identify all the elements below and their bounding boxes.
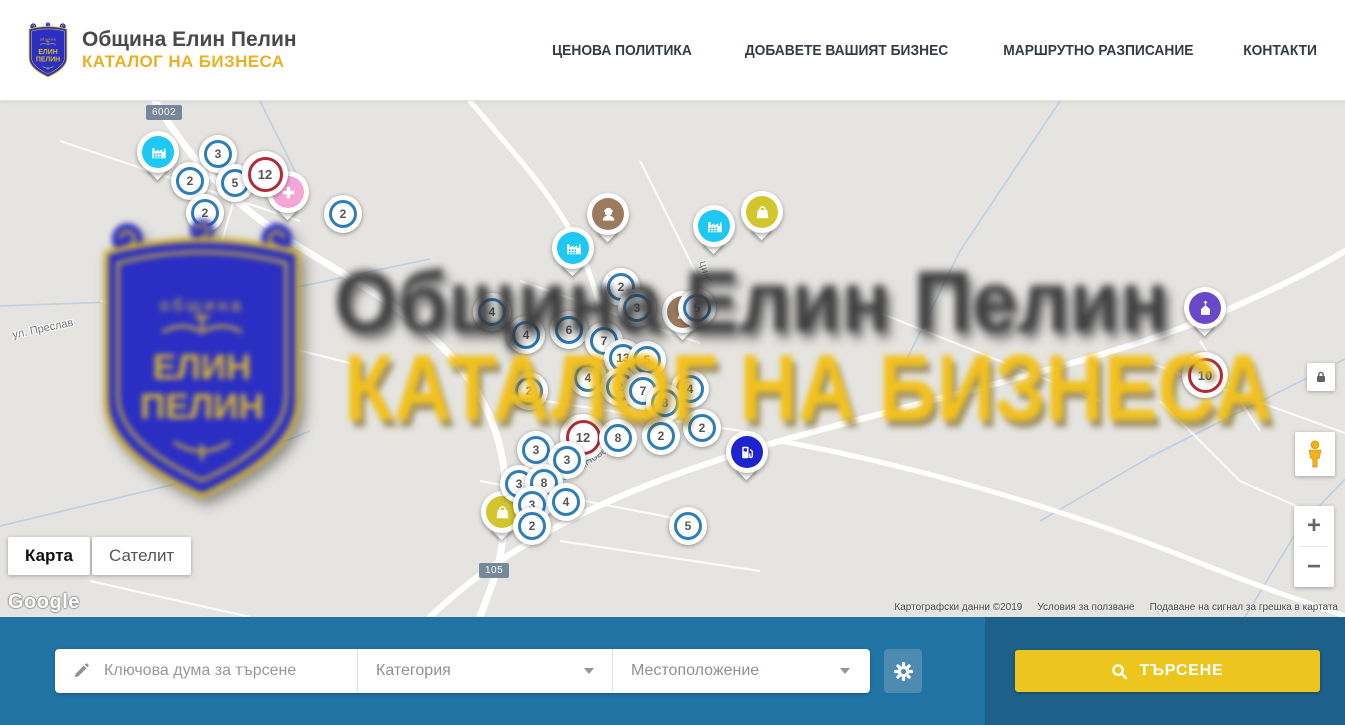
lock-icon	[1314, 370, 1328, 384]
nav-item-contacts[interactable]: КОНТАКТИ	[1243, 42, 1317, 59]
svg-text:ЕЛИН: ЕЛИН	[38, 49, 57, 56]
main-nav: ЦЕНОВА ПОЛИТИКА ДОБАВЕТЕ ВАШИЯТ БИЗНЕС М…	[546, 42, 1320, 59]
map-pin-factory[interactable]	[552, 227, 594, 279]
brand[interactable]: община ЕЛИН ПЕЛИН Община Елин Пелин КАТА…	[25, 21, 297, 79]
map-cluster-marker[interactable]: 2	[683, 409, 721, 447]
gear-icon	[893, 661, 914, 682]
map-cluster-marker[interactable]: 8	[646, 384, 684, 422]
pencil-icon	[73, 662, 89, 680]
attribution-copyright: Картографски данни ©2019	[894, 602, 1022, 613]
zoom-out-button[interactable]: −	[1294, 547, 1334, 587]
map-type-satellite-button[interactable]: Сателит	[92, 537, 191, 575]
map-cluster-marker[interactable]: 12	[242, 151, 288, 197]
nav-item-schedule[interactable]: МАРШРУТНО РАЗПИСАНИЕ	[1003, 42, 1193, 59]
pegman-icon	[1304, 440, 1326, 468]
map-pin-bag[interactable]	[741, 191, 783, 243]
map-cluster-marker[interactable]: 4	[473, 293, 511, 331]
search-icon	[1111, 663, 1128, 680]
map-pin-gas[interactable]	[726, 431, 768, 483]
map-cluster-marker[interactable]: 2	[186, 194, 224, 232]
advanced-search-button[interactable]	[884, 649, 922, 693]
chevron-down-icon	[840, 668, 850, 674]
map-cluster-marker[interactable]: 2	[510, 372, 548, 410]
map-cluster-marker[interactable]: 6	[550, 311, 588, 349]
site-title: Община Елин Пелин	[82, 28, 297, 52]
location-select[interactable]: Местоположение	[613, 649, 868, 693]
map-cluster-marker[interactable]: 4	[547, 483, 585, 521]
map-pin-factory[interactable]	[693, 205, 735, 257]
map-markers-layer: 32512224235467135242748221283338342510	[0, 101, 1345, 617]
map-pin-church[interactable]	[1184, 287, 1226, 339]
map-lock-button[interactable]	[1307, 363, 1335, 391]
map-type-map-button[interactable]: Карта	[8, 537, 90, 575]
map-cluster-marker[interactable]: 2	[324, 195, 362, 233]
nav-item-add-business[interactable]: ДОБАВЕТЕ ВАШИЯТ БИЗНЕС	[745, 42, 948, 59]
chevron-down-icon	[584, 668, 594, 674]
map-cluster-marker[interactable]: 5	[678, 289, 716, 327]
search-bar: Категория Местоположение ТЪРСЕНЕ	[0, 617, 1345, 725]
attribution-terms-link[interactable]: Условия за ползване	[1037, 602, 1134, 613]
category-select-value: Категория	[376, 662, 451, 680]
header: община ЕЛИН ПЕЛИН Община Елин Пелин КАТА…	[0, 0, 1345, 101]
svg-text:ПЕЛИН: ПЕЛИН	[36, 57, 60, 64]
svg-text:община: община	[40, 38, 57, 42]
zoom-in-button[interactable]: +	[1294, 506, 1334, 546]
map-cluster-marker[interactable]: 3	[618, 289, 656, 327]
map-cluster-marker[interactable]: 4	[507, 316, 545, 354]
search-submit-button[interactable]: ТЪРСЕНЕ	[1015, 650, 1320, 692]
location-select-value: Местоположение	[631, 662, 759, 680]
keyword-field-wrap	[55, 649, 358, 693]
street-view-pegman-button[interactable]	[1295, 432, 1335, 476]
search-box: Категория Местоположение	[55, 649, 870, 693]
search-button-label: ТЪРСЕНЕ	[1139, 662, 1223, 680]
map-zoom-control: + −	[1294, 506, 1334, 587]
map[interactable]: 6002105ул. Преславбул. „Новоселции“ 3251…	[0, 101, 1345, 617]
map-cluster-marker[interactable]: 2	[642, 417, 680, 455]
map-cluster-marker[interactable]: 5	[669, 507, 707, 545]
google-logo[interactable]: Google	[8, 591, 80, 614]
category-select[interactable]: Категория	[358, 649, 613, 693]
map-type-control: Карта Сателит	[8, 537, 191, 575]
site-subtitle: КАТАЛОГ НА БИЗНЕСА	[82, 52, 297, 72]
map-cluster-marker[interactable]: 2	[513, 507, 551, 545]
keyword-search-input[interactable]	[102, 661, 343, 681]
map-attribution: Картографски данни ©2019 Условия за полз…	[894, 602, 1338, 613]
nav-item-pricing[interactable]: ЦЕНОВА ПОЛИТИКА	[552, 42, 692, 59]
map-cluster-marker[interactable]: 10	[1182, 352, 1228, 398]
attribution-report-error-link[interactable]: Подаване на сигнал за грешка в картата	[1150, 602, 1338, 613]
map-cluster-marker[interactable]: 8	[599, 419, 637, 457]
municipality-shield-logo: община ЕЛИН ПЕЛИН	[25, 21, 71, 79]
